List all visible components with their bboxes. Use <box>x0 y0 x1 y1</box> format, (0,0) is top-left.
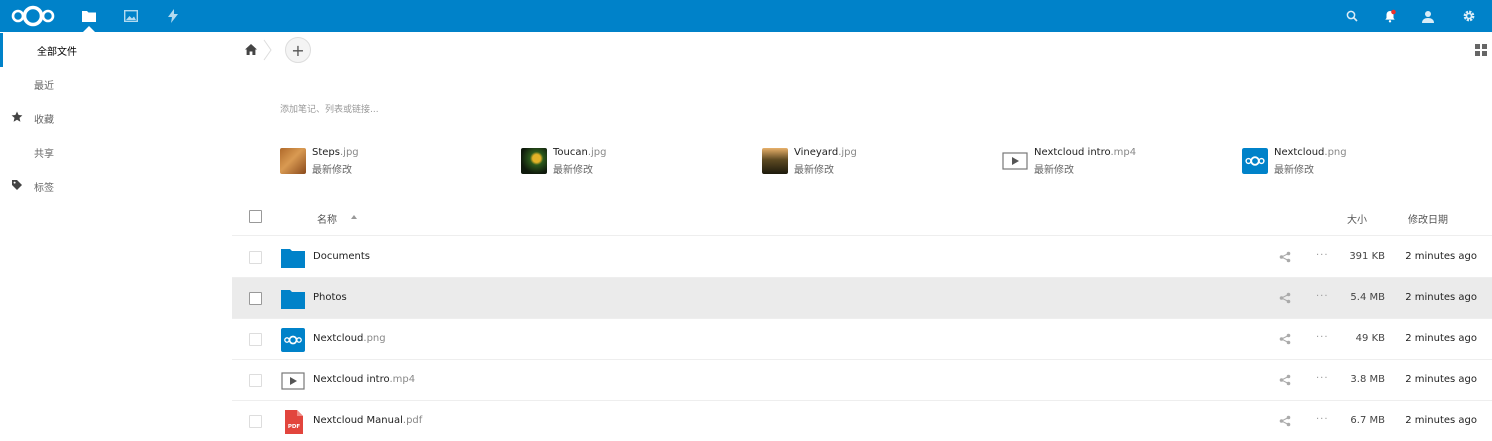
sidebar-item-shared[interactable]: 共享 <box>0 135 232 169</box>
search-icon[interactable] <box>1342 0 1362 32</box>
sidebar-item-label: 收藏 <box>34 114 54 126</box>
recent-file-name: Nextcloud.png <box>1274 147 1347 158</box>
table-row[interactable]: Nextcloud intro.mp4 ··· 3.8 MB 2 minutes… <box>232 360 1492 401</box>
recent-file-subtitle: 最新修改 <box>553 165 593 176</box>
file-modified: 2 minutes ago <box>1405 292 1477 303</box>
notifications-icon[interactable] <box>1380 0 1400 32</box>
home-icon[interactable] <box>242 40 260 58</box>
svg-text:PDF: PDF <box>288 424 301 430</box>
recent-item[interactable]: Vineyard.jpg 最新修改 <box>762 145 962 177</box>
recent-item[interactable]: Toucan.jpg 最新修改 <box>521 145 721 177</box>
file-size: 5.4 MB <box>1350 292 1385 303</box>
recent-item[interactable]: Nextcloud intro.mp4 最新修改 <box>1002 145 1202 177</box>
recent-file-subtitle: 最新修改 <box>312 165 352 176</box>
sidebar-item-label: 共享 <box>34 148 54 160</box>
grid-view-icon[interactable] <box>1475 44 1487 56</box>
table-row[interactable]: PDF Nextcloud Manual.pdf ··· 6.7 MB 2 mi… <box>232 401 1492 441</box>
file-modified: 2 minutes ago <box>1405 415 1477 426</box>
recent-file-name: Toucan.jpg <box>553 147 607 158</box>
more-actions-icon[interactable]: ··· <box>1316 373 1329 384</box>
photos-icon[interactable] <box>118 0 144 32</box>
folder-icon <box>281 290 305 309</box>
controls-bar: + <box>232 32 1492 68</box>
nextcloud-logo <box>1242 148 1268 174</box>
row-checkbox[interactable] <box>249 251 262 264</box>
sidebar-item-label: 最近 <box>34 80 54 92</box>
select-all-checkbox[interactable] <box>249 210 262 223</box>
file-name[interactable]: Photos <box>313 292 347 303</box>
notes-input[interactable]: 添加笔记、列表或链接... <box>280 102 379 115</box>
recent-file-name: Nextcloud intro.mp4 <box>1034 147 1137 158</box>
recent-file-name: Vineyard.jpg <box>794 147 857 158</box>
sidebar: 全部文件 最近 收藏 共享 标签 <box>0 32 232 441</box>
star-icon <box>9 111 25 126</box>
table-row[interactable]: Documents ··· 391 KB 2 minutes ago <box>232 237 1492 278</box>
recent-file-subtitle: 最新修改 <box>794 165 834 176</box>
share-icon[interactable] <box>1279 292 1291 304</box>
file-size: 49 KB <box>1355 333 1385 344</box>
nextcloud-logo <box>281 328 305 352</box>
breadcrumb-separator <box>263 39 272 61</box>
new-button[interactable]: + <box>285 37 311 63</box>
pdf-icon: PDF <box>285 410 303 434</box>
file-name[interactable]: Nextcloud intro.mp4 <box>313 374 415 385</box>
vineyard-thumbnail <box>762 148 788 174</box>
share-icon[interactable] <box>1279 251 1291 263</box>
sidebar-item-tags[interactable]: 标签 <box>0 169 232 203</box>
table-row[interactable]: Nextcloud.png ··· 49 KB 2 minutes ago <box>232 319 1492 360</box>
column-header-modified[interactable]: 修改日期 <box>1408 211 1448 226</box>
share-icon[interactable] <box>1279 415 1291 427</box>
share-icon[interactable] <box>1279 374 1291 386</box>
more-actions-icon[interactable]: ··· <box>1316 332 1329 343</box>
table-row[interactable]: Photos ··· 5.4 MB 2 minutes ago <box>232 278 1492 319</box>
sort-ascending-icon <box>351 215 357 219</box>
file-size: 6.7 MB <box>1350 415 1385 426</box>
activity-icon[interactable] <box>160 0 186 32</box>
file-name[interactable]: Nextcloud Manual.pdf <box>313 415 422 426</box>
file-modified: 2 minutes ago <box>1405 333 1477 344</box>
file-name[interactable]: Documents <box>313 251 370 262</box>
video-icon <box>281 372 305 390</box>
file-modified: 2 minutes ago <box>1405 374 1477 385</box>
file-name[interactable]: Nextcloud.png <box>313 333 386 344</box>
row-checkbox[interactable] <box>249 292 262 305</box>
top-header <box>0 0 1492 32</box>
row-checkbox[interactable] <box>249 415 262 428</box>
toucan-thumbnail <box>521 148 547 174</box>
share-icon[interactable] <box>1279 333 1291 345</box>
recent-file-subtitle: 最新修改 <box>1034 165 1074 176</box>
recent-item[interactable]: Nextcloud.png 最新修改 <box>1242 145 1442 177</box>
nextcloud-logo[interactable] <box>6 0 60 32</box>
steps-thumbnail <box>280 148 306 174</box>
more-actions-icon[interactable]: ··· <box>1316 250 1329 261</box>
recent-item[interactable]: Steps.jpg 最新修改 <box>280 145 480 177</box>
settings-icon[interactable] <box>1458 0 1480 32</box>
more-actions-icon[interactable]: ··· <box>1316 414 1329 425</box>
folder-icon <box>281 249 305 268</box>
row-checkbox[interactable] <box>249 333 262 346</box>
sidebar-item-all-files[interactable]: 全部文件 <box>0 33 232 67</box>
files-icon[interactable] <box>76 0 102 32</box>
column-header-size[interactable]: 大小 <box>1347 211 1367 226</box>
file-size: 391 KB <box>1349 251 1385 262</box>
sidebar-item-label: 全部文件 <box>37 46 77 58</box>
recent-file-subtitle: 最新修改 <box>1274 165 1314 176</box>
video-icon <box>1002 152 1028 170</box>
file-size: 3.8 MB <box>1350 374 1385 385</box>
column-header-name[interactable]: 名称 <box>317 211 337 226</box>
sidebar-item-label: 标签 <box>34 182 54 194</box>
file-modified: 2 minutes ago <box>1405 251 1477 262</box>
row-checkbox[interactable] <box>249 374 262 387</box>
contacts-icon[interactable] <box>1418 0 1438 32</box>
tag-icon <box>9 179 25 194</box>
more-actions-icon[interactable]: ··· <box>1316 291 1329 302</box>
recent-file-name: Steps.jpg <box>312 147 359 158</box>
sidebar-item-recent[interactable]: 最近 <box>0 67 232 101</box>
sidebar-item-favorites[interactable]: 收藏 <box>0 101 232 135</box>
file-table-header: 名称 大小 修改日期 <box>232 196 1492 236</box>
